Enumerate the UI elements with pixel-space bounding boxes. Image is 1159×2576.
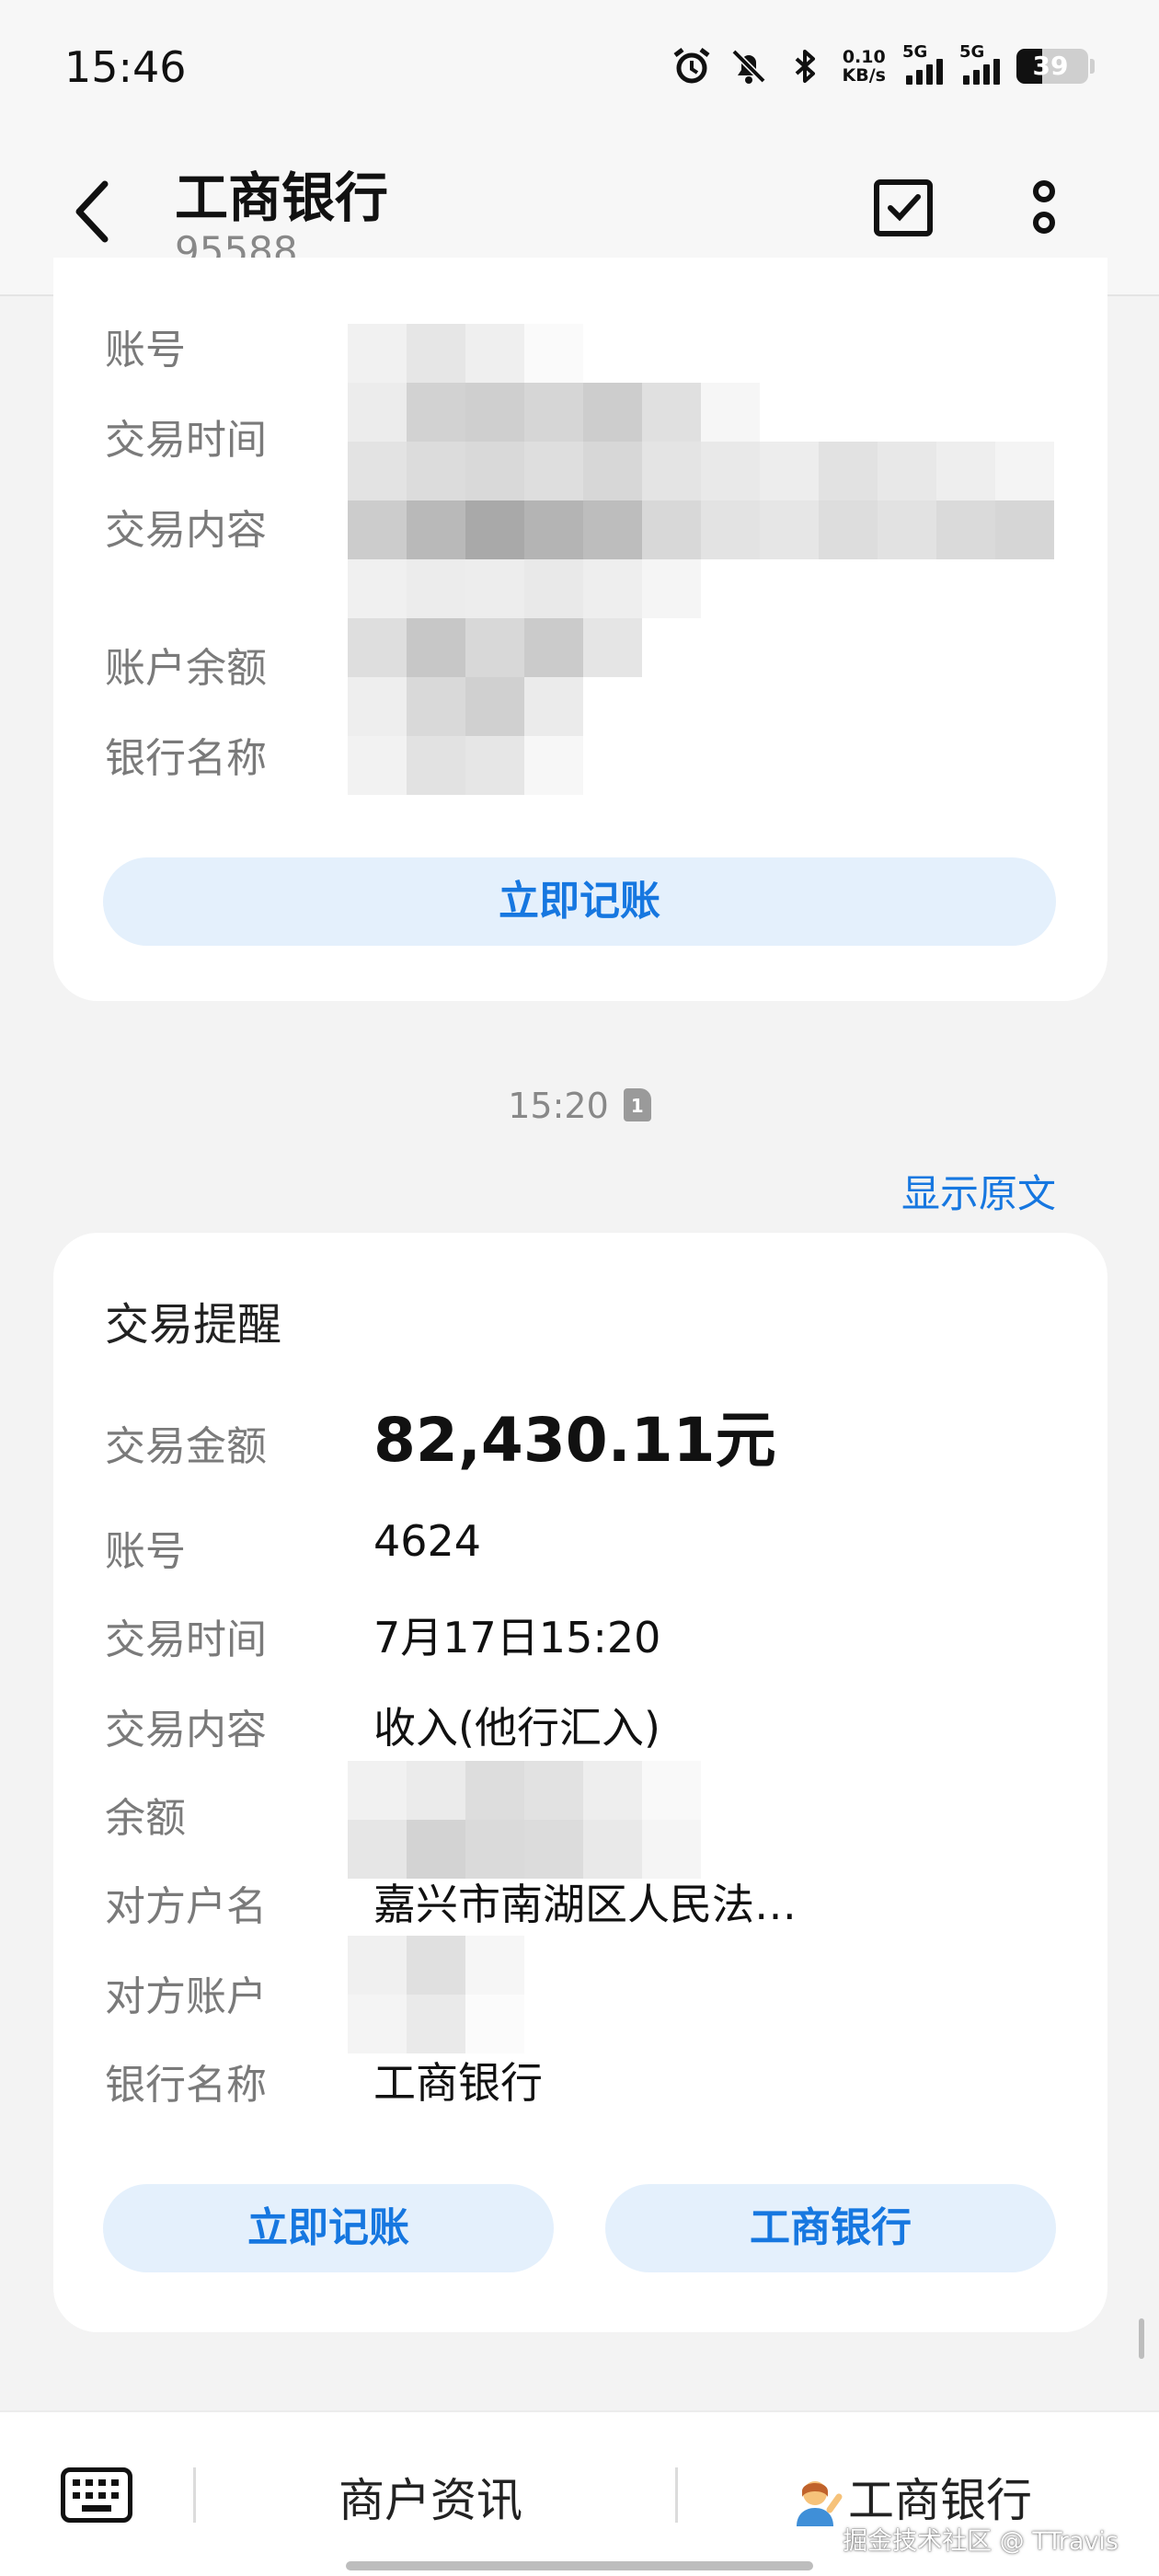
account-value: 4624 — [373, 1516, 482, 1566]
redacted-balance — [348, 1761, 701, 1879]
net-speed-unit: KB/s — [842, 65, 886, 86]
row-label-time: 交易时间 — [105, 417, 267, 464]
bank-menu-label: 工商银行 — [848, 2474, 1032, 2527]
bell-muted-icon — [729, 46, 769, 86]
status-icons: 0.10 KB/s 5G 5G 39 — [671, 39, 1095, 94]
row-label-balance: 账户余额 — [105, 645, 267, 692]
content-value: 收入(他行汇入) — [373, 1703, 660, 1753]
signal-1-tag: 5G — [902, 42, 928, 62]
select-button[interactable] — [872, 175, 936, 239]
record-now-button[interactable]: 立即记账 — [103, 2184, 554, 2272]
more-button[interactable] — [1021, 166, 1067, 248]
bluetooth-icon — [786, 46, 826, 86]
bank-value: 工商银行 — [373, 2058, 543, 2108]
row-label-account: 账号 — [105, 1528, 186, 1575]
signal-2-tag: 5G — [959, 42, 985, 62]
signal-2-icon: 5G — [959, 42, 1000, 85]
home-indicator[interactable] — [346, 2561, 813, 2570]
back-button[interactable] — [64, 175, 120, 248]
row-label-counterparty-name: 对方户名 — [105, 1883, 267, 1930]
open-bank-app-button[interactable]: 工商银行 — [605, 2184, 1056, 2272]
time-value: 7月17日15:20 — [373, 1613, 661, 1662]
status-time: 15:46 — [64, 42, 187, 92]
counterparty-name-value: 嘉兴市南湖区人民法… — [373, 1880, 797, 1929]
show-original-link[interactable]: 显示原文 — [901, 1163, 1056, 1219]
record-now-button-1[interactable]: 立即记账 — [103, 857, 1056, 946]
checkbox-icon — [874, 179, 933, 236]
battery-tip — [1090, 59, 1095, 74]
network-speed: 0.10 KB/s — [843, 48, 886, 85]
redacted-counterparty-account — [348, 1936, 524, 2053]
row-label-amount: 交易金额 — [105, 1423, 267, 1470]
battery-icon: 39 — [1016, 49, 1088, 84]
transaction-amount: 82,430.11元 — [373, 1405, 776, 1476]
merchant-news-menu[interactable]: 商户资讯 — [339, 2464, 522, 2530]
row-label-content: 交易内容 — [105, 1707, 267, 1754]
row-label-balance: 余额 — [105, 1795, 186, 1842]
keyboard-toggle-button[interactable] — [61, 2467, 132, 2523]
card-title: 交易提醒 — [105, 1299, 282, 1351]
person-emoji-icon — [789, 2473, 844, 2528]
timestamp-text: 15:20 — [508, 1086, 609, 1126]
redacted-mosaic — [348, 324, 1054, 795]
row-label-content: 交易内容 — [105, 507, 267, 554]
more-vertical-icon — [1033, 180, 1055, 234]
alarm-icon — [671, 46, 712, 86]
signal-1-icon: 5G — [902, 42, 943, 85]
row-label-bank: 银行名称 — [105, 2062, 267, 2109]
transaction-card: 交易提醒 交易金额 82,430.11元 账号 4624 交易时间 7月17日1… — [53, 1233, 1107, 2332]
row-label-time: 交易时间 — [105, 1616, 267, 1663]
message-timestamp: 15:20 1 — [0, 1086, 1159, 1126]
back-icon — [75, 180, 109, 243]
contact-name: 工商银行 — [175, 167, 389, 229]
sim-card-icon: 1 — [623, 1087, 651, 1121]
bottom-menu-bar: 商户资讯 工商银行 掘金技术社区 @ TTravis — [0, 2410, 1159, 2576]
transaction-card-previous: 账号 交易时间 交易内容 账户余额 银行名称 立即记账 — [53, 258, 1107, 1001]
scrollbar[interactable] — [1139, 2318, 1144, 2359]
row-label-counterparty-account: 对方账户 — [105, 1973, 267, 2020]
menu-divider — [193, 2467, 196, 2523]
status-bar: 15:46 0.10 KB/s 5G 5G 39 — [0, 0, 1159, 138]
row-label-account: 账号 — [105, 327, 186, 374]
row-label-bank: 银行名称 — [105, 735, 267, 782]
battery-level: 39 — [1032, 51, 1069, 81]
net-speed-value: 0.10 — [842, 47, 886, 67]
menu-divider — [675, 2467, 678, 2523]
watermark: 掘金技术社区 @ TTravis — [843, 2527, 1119, 2556]
